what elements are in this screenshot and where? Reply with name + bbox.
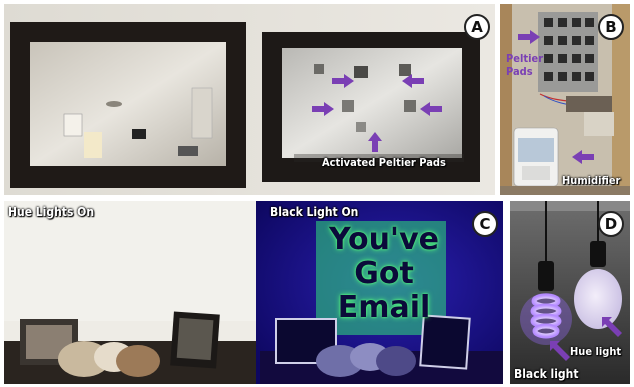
activated-peltier-caption: Activated Peltier Pads <box>322 156 446 169</box>
panel-a: Activated Peltier Pads A <box>4 4 495 195</box>
peltier-arrow-top-right <box>402 74 424 88</box>
hue-lights-on-label: Hue Lights On <box>8 205 95 219</box>
peltier-arrow-top-left <box>332 74 354 88</box>
humidifier-label: Humidifier <box>562 174 621 187</box>
black-light-arrow <box>550 341 570 361</box>
black-light-label: Black light <box>514 367 579 381</box>
peltier-label-line2: Pads <box>506 65 533 78</box>
peltier-arrow-mid-left <box>312 102 334 116</box>
email-line-1: You've <box>328 222 440 257</box>
hue-light-label: Hue light <box>570 345 622 358</box>
humidifier-arrow <box>572 150 594 164</box>
panel-d: Hue light Black light D <box>510 201 630 384</box>
email-line-3: Email <box>337 290 431 325</box>
panel-d-badge: D <box>598 211 624 237</box>
panel-b-badge: B <box>598 14 624 40</box>
peltier-pads-arrow <box>518 30 540 44</box>
peltier-label: Peltier Pads <box>506 52 543 78</box>
email-message: You've Got Email <box>304 223 464 325</box>
panel-b: Peltier Pads Humidifier B <box>500 4 630 195</box>
email-line-2: Got <box>354 256 414 291</box>
panel-c: You've Got Email Hue Lights On Black Lig… <box>4 201 503 384</box>
peltier-arrow-up <box>368 132 382 152</box>
peltier-arrow-mid-right <box>420 102 442 116</box>
hue-arrow <box>602 317 622 337</box>
peltier-label-line1: Peltier <box>506 52 544 65</box>
panel-c-badge: C <box>472 211 498 237</box>
panel-a-badge: A <box>464 14 490 40</box>
black-light-on-label: Black Light On <box>270 205 359 219</box>
